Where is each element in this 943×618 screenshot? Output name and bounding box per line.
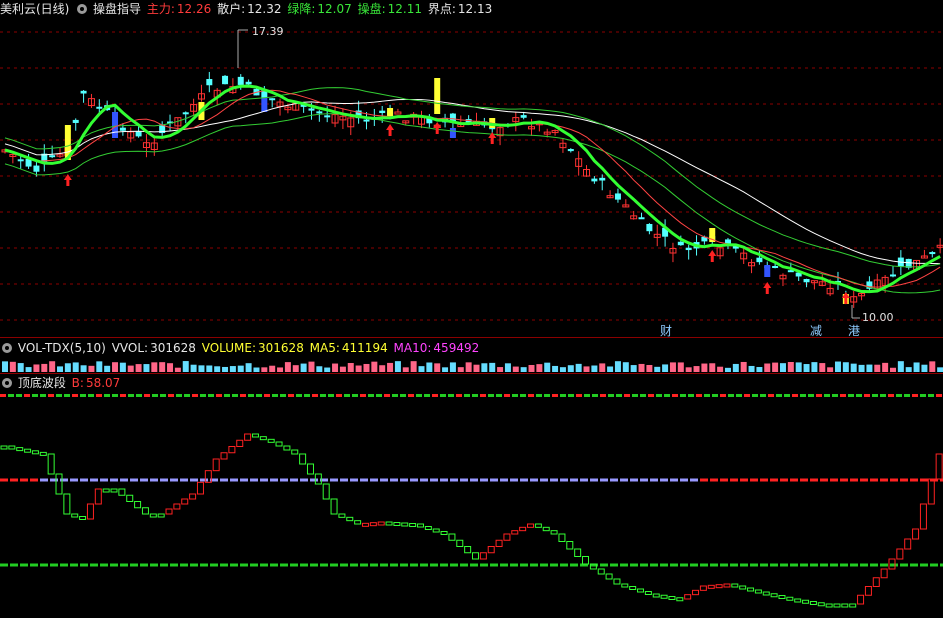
- volume-panel[interactable]: VOL-TDX(5,10) VVOL: 301628 VOLUME: 301628 …: [0, 337, 943, 374]
- main-chart-panel[interactable]: 美利云(日线) 操盘指导 主力: 12.26 散户: 12.32 绿降: 12.07 …: [0, 0, 943, 338]
- grid-lines: [0, 31, 943, 321]
- volume-bars: [2, 361, 943, 372]
- moving-average-lines: [4, 84, 941, 294]
- main-chart-canvas[interactable]: 17.39 10.00: [0, 0, 943, 335]
- buy-arrows: [63, 122, 850, 304]
- low-price-label: 10.00: [862, 311, 894, 324]
- wave-canvas[interactable]: [0, 374, 943, 618]
- wave-panel[interactable]: 顶底波段 B: 58.07: [0, 373, 943, 618]
- high-price-label: 17.39: [252, 25, 284, 38]
